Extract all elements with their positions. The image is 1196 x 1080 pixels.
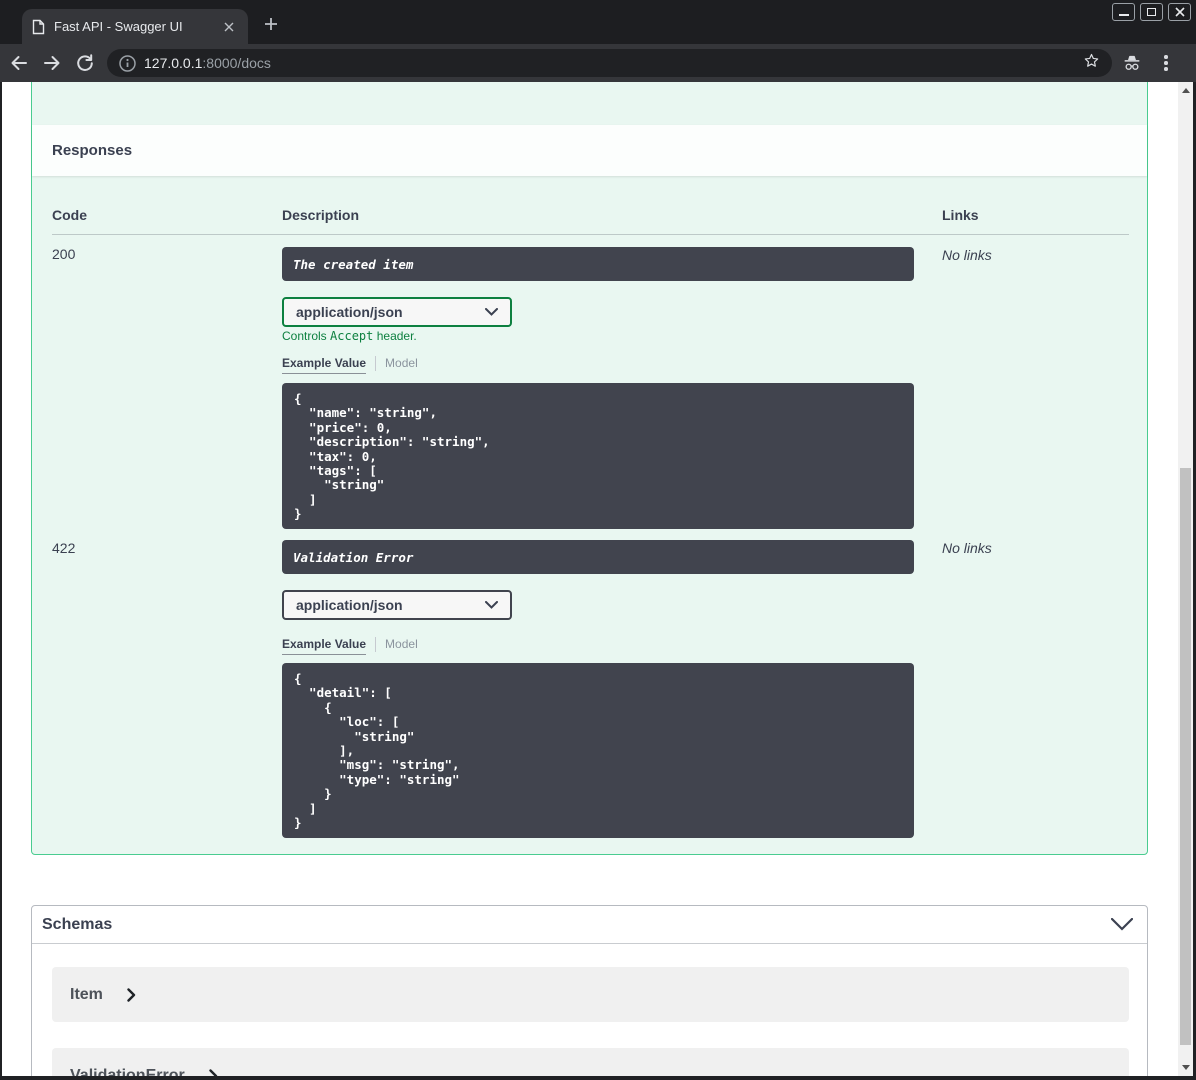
window-border-left [0,82,2,1080]
reload-button[interactable] [71,49,99,77]
schemas-header[interactable]: Schemas [32,906,1147,944]
media-type-value-200: application/json [296,304,403,320]
back-button[interactable] [5,49,33,77]
browser-tab[interactable]: Fast API - Swagger UI [22,9,248,44]
page-favicon-icon [32,19,45,34]
example-model-tabs-200: Example Value Model [282,356,418,374]
tab-divider [375,356,377,371]
url-host: 127.0.0.1 [144,55,203,71]
column-header-code: Code [52,207,87,223]
window-minimize-button[interactable] [1112,3,1135,21]
responses-heading: Responses [52,142,133,159]
post-operation-panel: Responses Code Description Links 200 The… [31,60,1148,855]
scrollbar-thumb[interactable] [1180,468,1191,1045]
media-type-select-200[interactable]: application/json [282,297,512,327]
media-type-select-422[interactable]: application/json [282,590,512,620]
incognito-icon [1118,49,1146,77]
browser-menu-icon[interactable] [1152,49,1180,77]
tab-divider [375,637,377,652]
response-code-422: 422 [52,540,76,556]
links-value-200: No links [942,247,992,263]
swagger-page: Responses Code Description Links 200 The… [0,60,1196,1080]
window-controls [1112,3,1191,21]
tab-close-icon[interactable] [220,18,238,36]
schema-name-item: Item [70,985,103,1003]
column-header-description: Description [282,207,360,223]
tab-example-value-200[interactable]: Example Value [282,356,367,374]
links-value-422: No links [942,540,992,556]
responses-section-header: Responses [32,125,1147,176]
example-json-200: { "name": "string", "price": 0, "descrip… [282,383,914,529]
site-info-icon[interactable] [119,54,136,72]
forward-button[interactable] [38,49,66,77]
response-code-200: 200 [52,246,76,262]
tab-title: Fast API - Swagger UI [54,19,183,34]
example-json-422: { "detail": [ { "loc": [ "string" ], "ms… [282,663,914,838]
hint-suffix: header. [373,329,417,343]
schemas-panel: Schemas Item ValidationError [31,905,1148,1080]
scroll-down-arrow[interactable] [1178,1059,1193,1076]
response-description-200: The created item [282,247,914,281]
chevron-down-icon[interactable] [1111,918,1133,931]
example-model-tabs-422: Example Value Model [282,637,418,655]
url-text[interactable]: 127.0.0.1:8000/docs [144,55,271,71]
titlebar[interactable]: Fast API - Swagger UI [0,0,1196,44]
scroll-up-arrow[interactable] [1178,82,1193,99]
window-close-button[interactable] [1168,3,1191,21]
media-type-value-422: application/json [296,597,403,613]
page-scrollbar[interactable] [1178,82,1193,1076]
chevron-down-icon [485,601,498,609]
tab-example-value-422[interactable]: Example Value [282,637,367,655]
schemas-title: Schemas [42,915,113,933]
response-description-422: Validation Error [282,540,914,574]
tab-model-200[interactable]: Model [385,356,418,370]
column-header-links: Links [942,207,979,223]
schema-item-card[interactable]: Item [52,967,1129,1022]
new-tab-button[interactable] [260,13,282,35]
chevron-down-icon [485,308,498,316]
chevron-right-icon [127,987,136,1002]
bookmark-star-icon[interactable] [1083,52,1100,74]
url-path: :8000/docs [202,55,271,71]
hint-prefix: Controls [282,329,331,343]
browser-chrome: Fast API - Swagger UI 127.0.0.1:8000/doc… [0,0,1196,82]
window-border-bottom [0,1076,1196,1080]
table-header-divider [52,234,1129,235]
hint-accept: Accept [330,329,374,343]
browser-window: Fast API - Swagger UI 127.0.0.1:8000/doc… [0,0,1196,1080]
browser-toolbar: 127.0.0.1:8000/docs [0,44,1196,82]
tab-model-422[interactable]: Model [385,637,418,651]
accept-header-hint: Controls Accept header. [282,329,417,343]
window-maximize-button[interactable] [1140,3,1163,21]
address-bar[interactable]: 127.0.0.1:8000/docs [107,49,1112,77]
